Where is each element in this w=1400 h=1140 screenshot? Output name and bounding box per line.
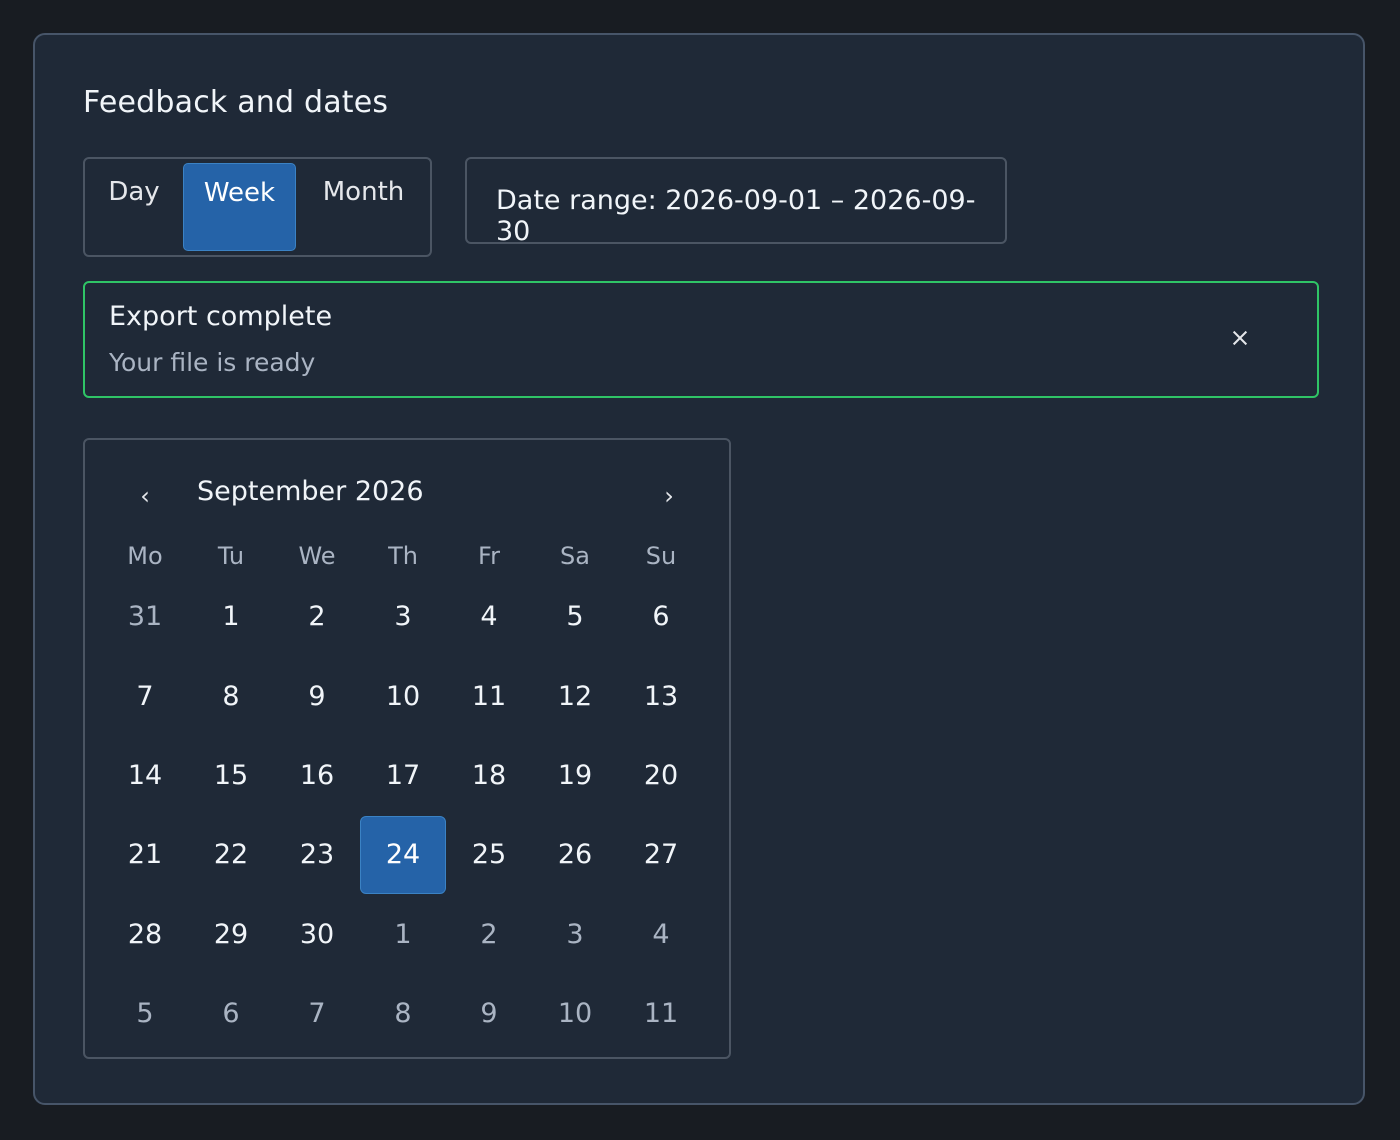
calendar-day[interactable]: 1 [188, 577, 274, 656]
calendar-day[interactable]: 13 [618, 656, 704, 735]
calendar-day[interactable]: 7 [102, 656, 188, 735]
calendar-day[interactable]: 10 [532, 974, 618, 1053]
calendar-month-label: September 2026 [197, 476, 424, 507]
calendar-day[interactable]: 11 [618, 974, 704, 1053]
view-day-button[interactable]: Day [85, 163, 183, 251]
calendar-day[interactable]: 27 [618, 815, 704, 894]
calendar-day[interactable]: 12 [532, 656, 618, 735]
close-icon[interactable] [1225, 323, 1255, 353]
calendar: ‹ September 2026 › Mo Tu We Th Fr Sa Su … [83, 438, 731, 1059]
calendar-day[interactable]: 6 [618, 577, 704, 656]
calendar-day[interactable]: 7 [274, 974, 360, 1053]
next-month-button[interactable]: › [649, 476, 689, 516]
calendar-day[interactable]: 26 [532, 815, 618, 894]
weekday-label: Th [388, 542, 418, 570]
panel-title: Feedback and dates [83, 85, 389, 120]
date-range-field[interactable]: Date range: 2026-09-01 – 2026-09-30 [465, 157, 1007, 247]
export-toast: Export complete Your file is ready [83, 281, 1319, 398]
weekday-label: Sa [560, 542, 590, 570]
calendar-day[interactable]: 5 [102, 974, 188, 1053]
calendar-day[interactable]: 30 [274, 895, 360, 974]
calendar-day[interactable]: 16 [274, 736, 360, 815]
calendar-day[interactable]: 9 [446, 974, 532, 1053]
calendar-day[interactable]: 4 [618, 895, 704, 974]
calendar-day[interactable]: 31 [102, 577, 188, 656]
calendar-day[interactable]: 28 [102, 895, 188, 974]
calendar-day[interactable]: 15 [188, 736, 274, 815]
calendar-day[interactable]: 6 [188, 974, 274, 1053]
calendar-day[interactable]: 23 [274, 815, 360, 894]
toast-title: Export complete [109, 301, 333, 332]
calendar-day[interactable]: 3 [532, 895, 618, 974]
view-week-button[interactable]: Week [183, 163, 296, 251]
toast-message: Your file is ready [109, 348, 316, 377]
calendar-day[interactable]: 10 [360, 656, 446, 735]
calendar-day[interactable]: 14 [102, 736, 188, 815]
calendar-day[interactable]: 5 [532, 577, 618, 656]
prev-month-button[interactable]: ‹ [125, 476, 165, 516]
view-toggle: Day Week Month [83, 157, 432, 257]
weekday-label: Su [645, 542, 677, 570]
calendar-day[interactable]: 20 [618, 736, 704, 815]
weekday-label: Mo [127, 542, 163, 570]
calendar-day[interactable]: 9 [274, 656, 360, 735]
calendar-day[interactable]: 18 [446, 736, 532, 815]
calendar-day[interactable]: 4 [446, 577, 532, 656]
view-month-button[interactable]: Month [303, 163, 424, 251]
calendar-day[interactable]: 8 [360, 974, 446, 1053]
weekday-label: Tu [217, 542, 245, 570]
calendar-day[interactable]: 17 [360, 736, 446, 815]
weekday-label: Fr [478, 542, 500, 570]
calendar-day[interactable]: 22 [188, 815, 274, 894]
calendar-day[interactable]: 21 [102, 815, 188, 894]
calendar-day[interactable]: 19 [532, 736, 618, 815]
weekday-label: We [298, 542, 336, 570]
weekday-header: Mo Tu We Th Fr Sa Su [102, 536, 704, 576]
calendar-day[interactable]: 2 [274, 577, 360, 656]
feedback-panel: Feedback and dates Day Week Month Date r… [33, 33, 1365, 1105]
calendar-day[interactable]: 25 [446, 815, 532, 894]
calendar-day[interactable]: 3 [360, 577, 446, 656]
calendar-day-grid: 31 1 2 3 4 5 6 7 8 9 10 11 12 13 14 15 1… [102, 577, 704, 1053]
calendar-day[interactable]: 1 [360, 895, 446, 974]
calendar-day[interactable]: 29 [188, 895, 274, 974]
calendar-day-selected[interactable]: 24 [360, 816, 446, 894]
calendar-day[interactable]: 8 [188, 656, 274, 735]
calendar-day[interactable]: 11 [446, 656, 532, 735]
calendar-day[interactable]: 2 [446, 895, 532, 974]
